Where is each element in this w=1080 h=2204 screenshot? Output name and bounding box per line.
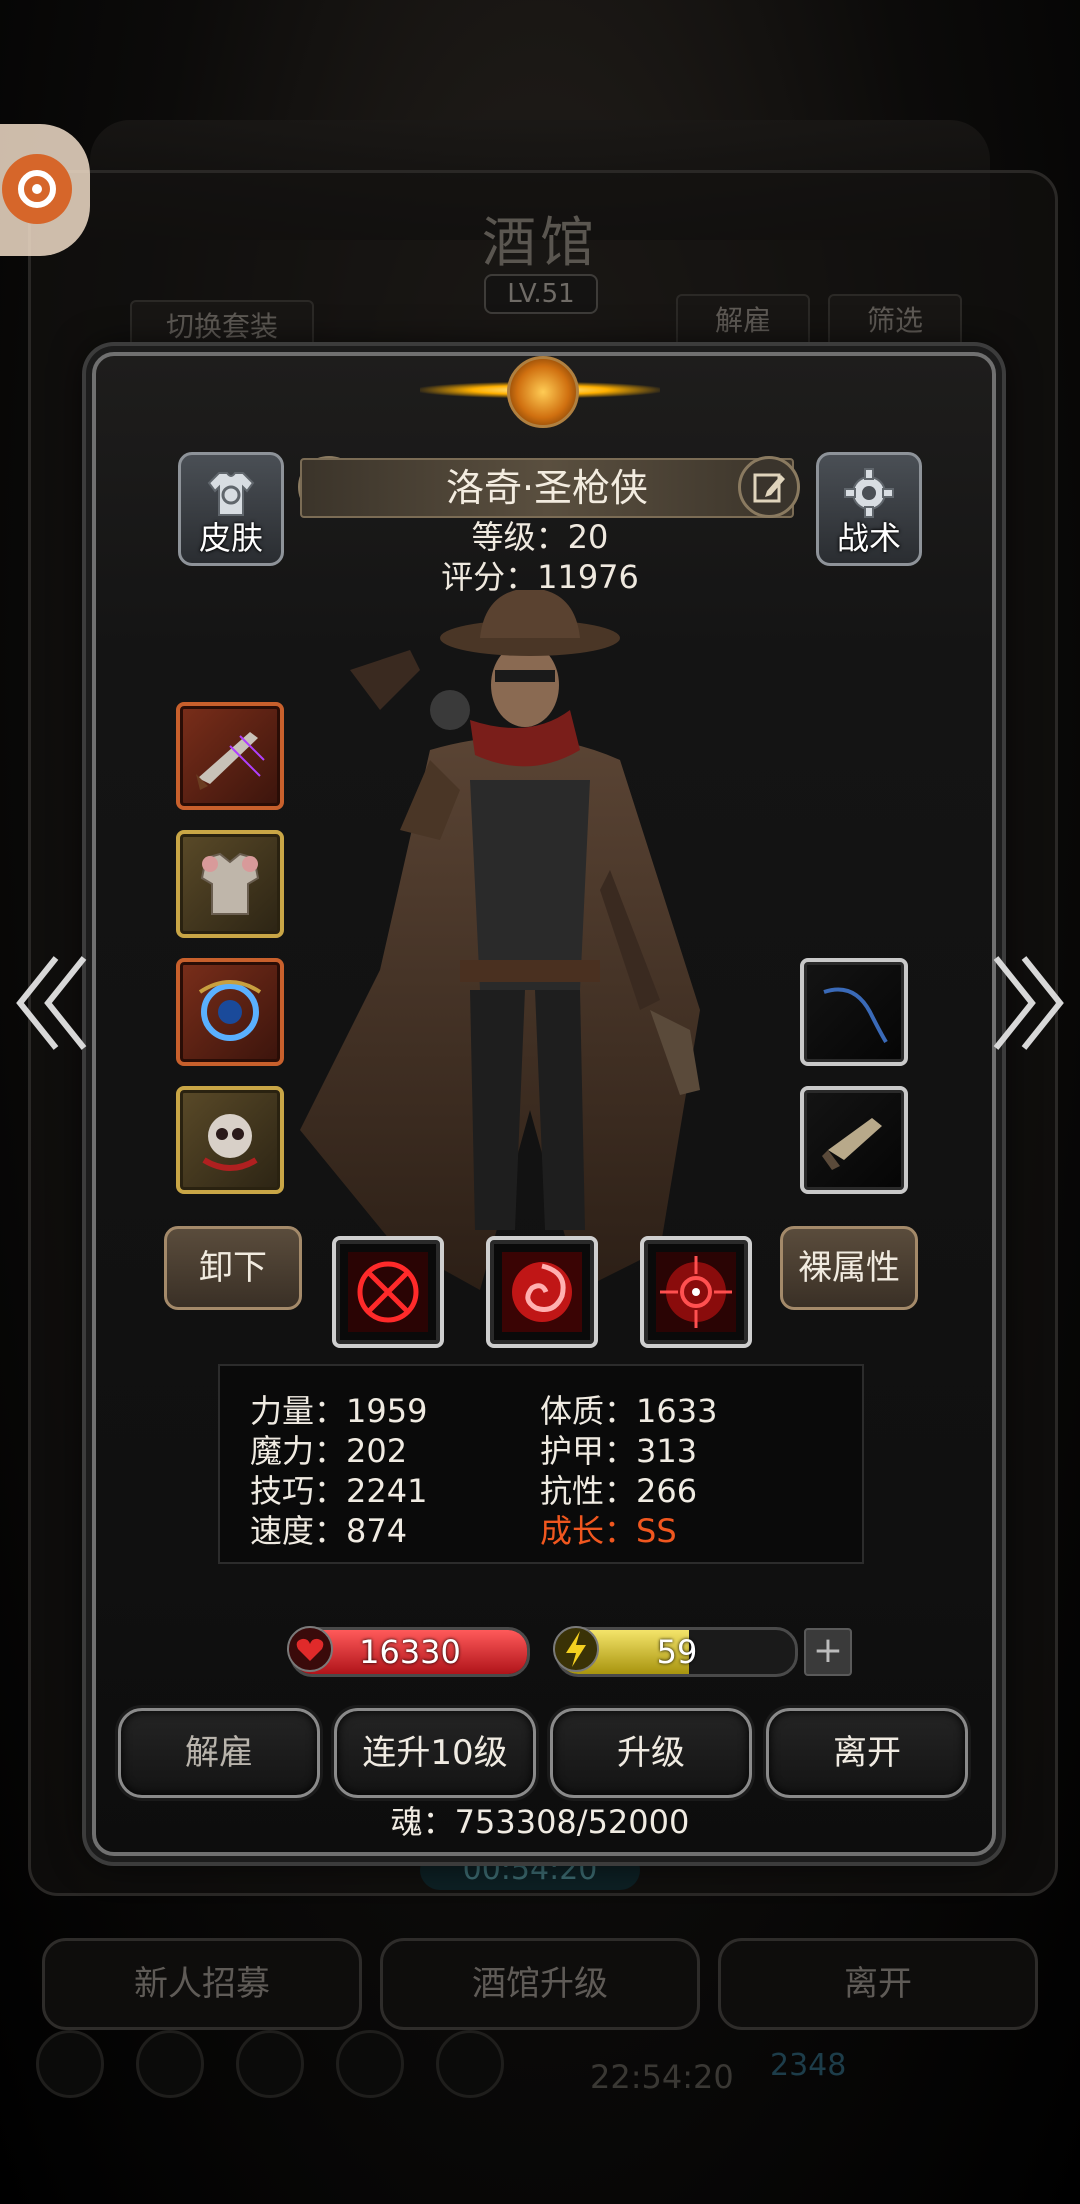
amulet-icon (198, 980, 262, 1041)
whip-icon (823, 987, 888, 1044)
switch-outfit-button: 切换套装 (130, 300, 314, 354)
dismiss-hero-button[interactable]: 解雇 (118, 1708, 320, 1798)
emblem-icon (507, 356, 579, 428)
heart-icon (287, 1626, 333, 1672)
skull-icon (202, 1114, 258, 1171)
hero-name: 洛奇·圣枪侠 (300, 458, 794, 518)
rename-button[interactable] (738, 456, 800, 518)
rifle-icon (196, 732, 265, 790)
target-skill-icon (656, 1252, 736, 1332)
crosshair-skill-icon (348, 1252, 428, 1332)
equip-slot-off-hand[interactable] (800, 958, 908, 1066)
background-leave-button: 离开 (718, 1938, 1038, 2030)
edit-icon (753, 473, 785, 503)
leave-button[interactable]: 离开 (766, 1708, 968, 1798)
next-hero-arrow-icon[interactable] (988, 948, 1068, 1058)
pistol-icon (822, 1118, 882, 1170)
equip-slot-accessory[interactable] (176, 958, 284, 1066)
hero-portrait (300, 590, 700, 1290)
background-title: 酒馆 (482, 211, 598, 274)
armor-icon (200, 852, 260, 915)
level-up-10-button[interactable]: 连升10级 (334, 1708, 536, 1798)
soul-counter: 魂：753308/52000 (390, 1803, 690, 1841)
equip-slot-armor[interactable] (176, 830, 284, 938)
skill-slot-3[interactable] (640, 1236, 752, 1348)
stat-speed: 速度：874 (250, 1512, 408, 1550)
stat-growth: 成长：SS (540, 1512, 677, 1550)
dock-icon (436, 2030, 504, 2098)
background-clock: 22:54:20 (590, 2058, 734, 2096)
equip-slot-gun[interactable] (800, 1086, 908, 1194)
equip-slot-trinket[interactable] (176, 1086, 284, 1194)
tavern-upgrade-button: 酒馆升级 (380, 1938, 700, 2030)
equip-slot-weapon[interactable] (176, 702, 284, 810)
level-up-button[interactable]: 升级 (550, 1708, 752, 1798)
background-coins: 2348 (770, 2048, 847, 2083)
unequip-button[interactable]: 卸下 (164, 1226, 302, 1310)
background-timer: 00:54:20 (420, 1850, 640, 1890)
previous-hero-arrow-icon[interactable] (12, 948, 92, 1058)
naked-attributes-button[interactable]: 裸属性 (780, 1226, 918, 1310)
background-level-badge: LV.51 (484, 274, 598, 314)
top-emblem-ornament (380, 336, 700, 436)
lightning-icon (553, 1626, 599, 1672)
filter-button: 筛选 (828, 294, 962, 348)
skill-slot-2[interactable] (486, 1236, 598, 1348)
dock-icon (336, 2030, 404, 2098)
dock-icon (36, 2030, 104, 2098)
dock-icon (236, 2030, 304, 2098)
dock-icon (136, 2030, 204, 2098)
recruit-button: 新人招募 (42, 1938, 362, 2030)
floating-assistant-button[interactable] (0, 124, 90, 256)
stats-panel: 力量：1959 魔力：202 技巧：2241 速度：874 体质：1633 护甲… (218, 1364, 864, 1564)
skill-slot-1[interactable] (332, 1236, 444, 1348)
vortex-skill-icon (502, 1252, 582, 1332)
add-energy-button[interactable]: + (804, 1628, 852, 1676)
assistant-icon (2, 154, 72, 224)
